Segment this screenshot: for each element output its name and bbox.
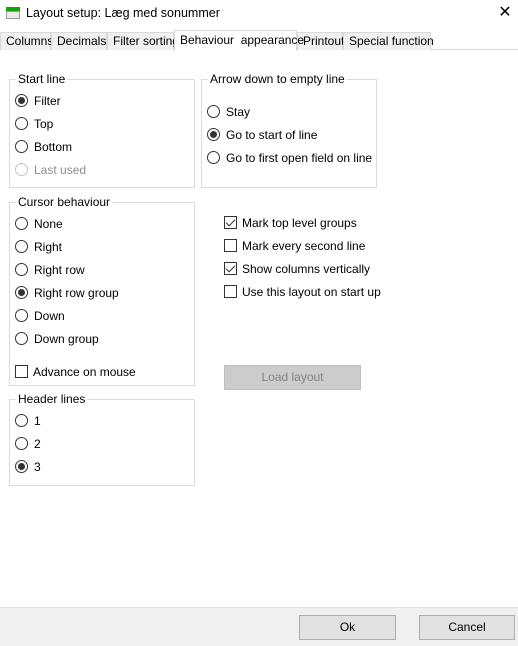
app-window-icon: [6, 7, 20, 19]
tab-label: Behaviour appearance: [180, 33, 305, 47]
ok-button[interactable]: Ok: [299, 615, 396, 640]
radio-label: 3: [34, 460, 41, 474]
close-button[interactable]: ✕: [494, 2, 516, 24]
radio-label: Last used: [34, 163, 87, 177]
window-title: Layout setup: Læg med sonummer: [26, 6, 220, 20]
header-lines-legend: Header lines: [18, 392, 86, 406]
tab-strip: Columns Decimals Filter sorting Behaviou…: [0, 30, 518, 51]
tab-label: Special function: [349, 34, 434, 48]
radio-label: Go to first open field on line: [226, 151, 373, 165]
tab-label: Filter sorting: [113, 34, 180, 48]
checkbox-label: Use this layout on start up: [242, 285, 381, 299]
radio-label: Go to start of line: [226, 128, 318, 142]
close-icon: ✕: [498, 4, 512, 21]
radio-label: None: [34, 217, 63, 231]
radio-label: 1: [34, 414, 41, 428]
cancel-button[interactable]: Cancel: [419, 615, 515, 640]
radio-label: 2: [34, 437, 41, 451]
start-line-legend: Start line: [18, 72, 66, 86]
tab-special-function[interactable]: Special function: [343, 32, 434, 50]
checkbox-label: Show columns vertically: [242, 262, 371, 276]
tab-columns[interactable]: Columns: [0, 32, 54, 50]
radio-label: Down group: [34, 332, 99, 346]
tab-filter-sorting[interactable]: Filter sorting: [107, 32, 179, 50]
radio-label: Right row: [34, 263, 85, 277]
arrow-down-legend: Arrow down to empty line: [210, 72, 345, 86]
checkbox-label: Advance on mouse: [33, 365, 136, 379]
tab-label: Columns: [6, 34, 54, 48]
cursor-behaviour-legend: Cursor behaviour: [18, 195, 111, 209]
tab-behaviour-appearance[interactable]: Behaviour appearance: [174, 30, 304, 51]
radio-label: Down: [34, 309, 65, 323]
radio-label: Right row group: [34, 286, 119, 300]
title-bar: Layout setup: Læg med sonummer ✕: [0, 0, 518, 28]
tab-label: Printout: [303, 34, 345, 48]
radio-label: Stay: [226, 105, 251, 119]
radio-label: Filter: [34, 94, 61, 108]
radio-label: Bottom: [34, 140, 73, 154]
radio-label: Top: [34, 117, 54, 131]
load-layout-button: Load layout: [224, 365, 361, 390]
checkbox-label: Mark every second line: [242, 239, 366, 253]
radio-label: Right: [34, 240, 63, 254]
checkbox-label: Mark top level groups: [242, 216, 357, 230]
tab-label: Decimals: [57, 34, 107, 48]
tab-decimals[interactable]: Decimals: [51, 32, 107, 50]
